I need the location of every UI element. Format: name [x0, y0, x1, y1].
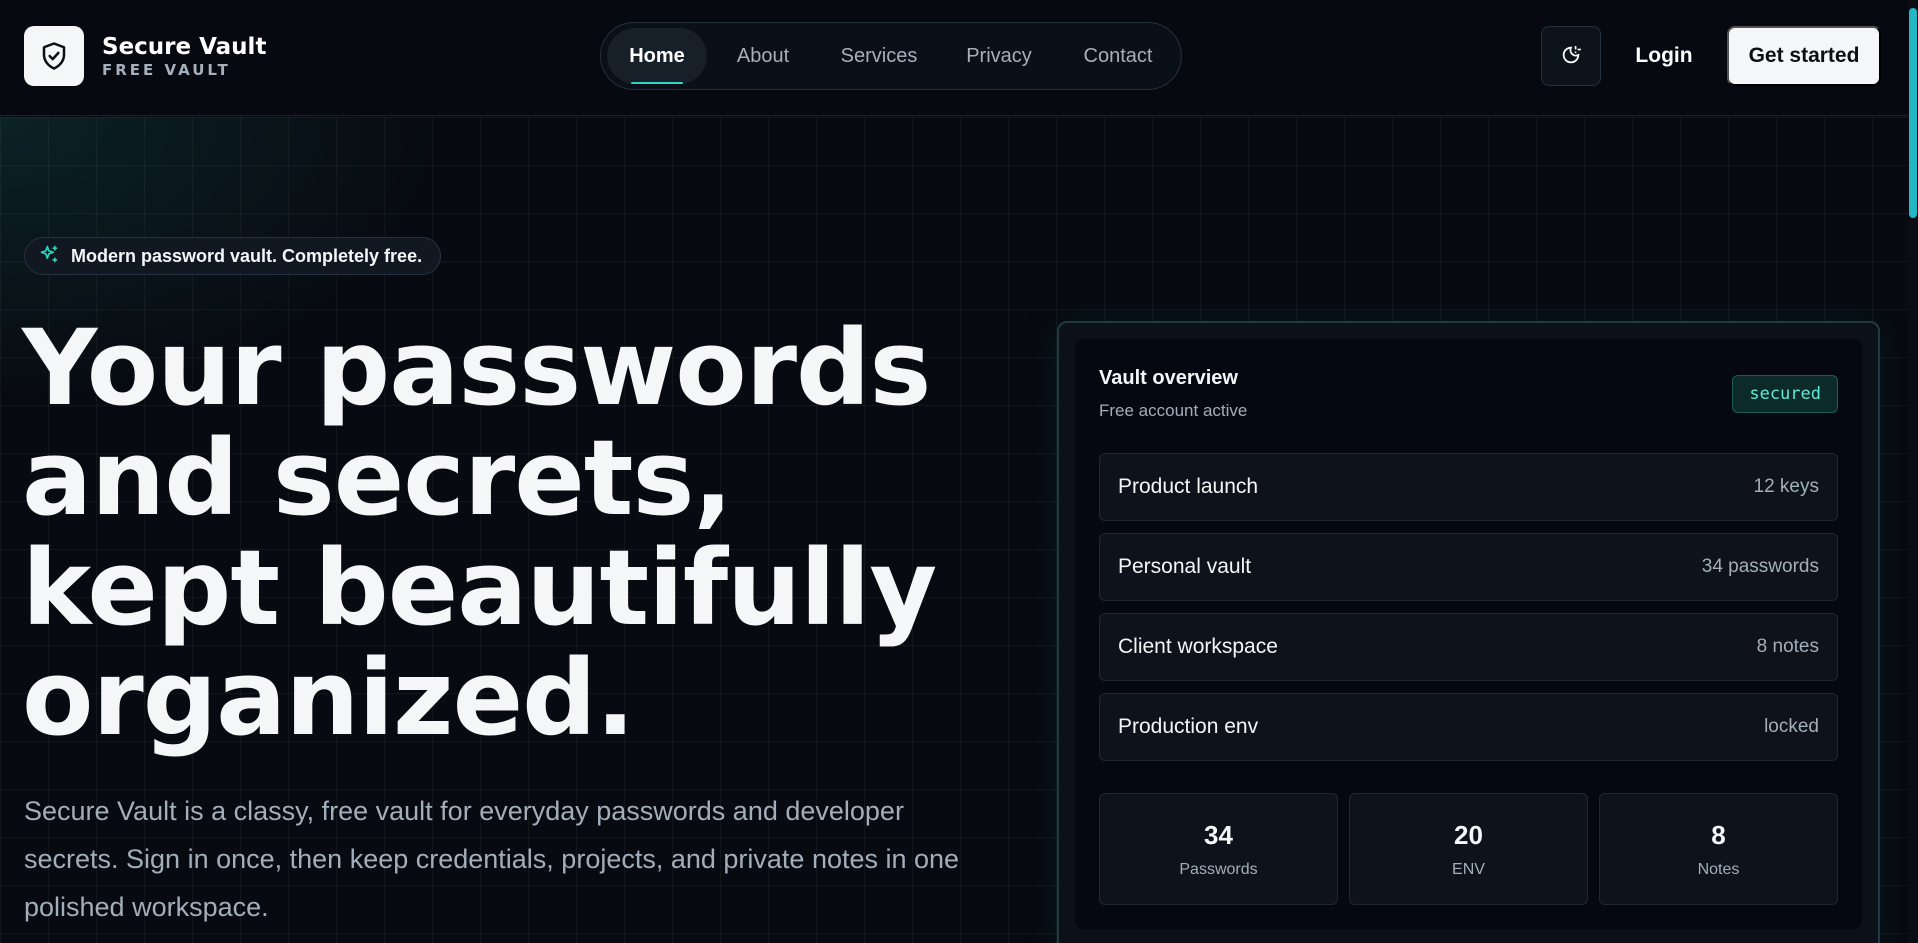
hero-headline: Your passwords and secrets, kept beautif…	[22, 307, 937, 759]
brand-tagline: FREE VAULT	[102, 61, 231, 79]
sparkles-icon	[39, 244, 71, 269]
vault-overview-title: Vault overview	[1099, 367, 1238, 389]
login-link[interactable]: Login	[1620, 26, 1708, 86]
vault-row-client-workspace[interactable]: Client workspace 8 notes	[1099, 613, 1838, 681]
vault-row-product-launch[interactable]: Product launch 12 keys	[1099, 453, 1838, 521]
vault-overview-panel: Vault overview Free account active secur…	[1075, 339, 1862, 929]
scrollbar[interactable]	[1908, 0, 1918, 943]
vault-list: Product launch 12 keys Personal vault 34…	[1099, 453, 1838, 773]
brand-logo[interactable]: Secure Vault FREE VAULT	[24, 26, 266, 86]
vault-overview-subtitle: Free account active	[1099, 401, 1248, 420]
stat-passwords: 34 Passwords	[1099, 793, 1338, 905]
stat-label: ENV	[1452, 860, 1485, 878]
vault-row-personal-vault[interactable]: Personal vault 34 passwords	[1099, 533, 1838, 601]
vault-stats: 34 Passwords 20 ENV 8 Notes	[1099, 793, 1838, 905]
get-started-button[interactable]: Get started	[1727, 26, 1881, 86]
hero-badge: Modern password vault. Completely free.	[24, 237, 442, 275]
vault-count: 34 passwords	[1701, 556, 1819, 577]
nav-privacy[interactable]: Privacy	[939, 28, 1059, 84]
nav-services[interactable]: Services	[819, 28, 939, 84]
scrollbar-thumb[interactable]	[1909, 8, 1917, 218]
vault-count: 8 notes	[1756, 636, 1819, 657]
stat-env: 20 ENV	[1349, 793, 1588, 905]
brand-name: Secure Vault	[102, 34, 267, 60]
hero-section: Modern password vault. Completely free. …	[0, 117, 1908, 943]
vault-status: locked	[1764, 716, 1819, 737]
stat-value: 8	[1711, 819, 1726, 850]
nav-about[interactable]: About	[707, 28, 819, 84]
stat-value: 34	[1204, 819, 1233, 850]
nav-home[interactable]: Home	[607, 28, 707, 84]
site-header: Secure Vault FREE VAULT Home About Servi…	[0, 0, 1908, 116]
nav-contact[interactable]: Contact	[1059, 28, 1177, 84]
main-nav: Home About Services Privacy Contact	[600, 22, 1182, 90]
stat-label: Passwords	[1179, 860, 1258, 878]
status-badge: secured	[1732, 375, 1838, 413]
stat-notes: 8 Notes	[1599, 793, 1838, 905]
vault-row-production-env[interactable]: Production env locked	[1099, 693, 1838, 761]
stat-label: Notes	[1697, 860, 1740, 878]
stat-value: 20	[1454, 819, 1483, 850]
theme-toggle-button[interactable]	[1541, 26, 1601, 86]
vault-name: Production env	[1118, 715, 1259, 738]
shield-icon	[24, 26, 84, 86]
hero-badge-text: Modern password vault. Completely free.	[71, 245, 423, 266]
vault-name: Product launch	[1118, 475, 1259, 498]
vault-count: 12 keys	[1753, 476, 1819, 497]
hero-subtext: Secure Vault is a classy, free vault for…	[24, 796, 960, 922]
vault-name: Personal vault	[1118, 555, 1252, 578]
vault-name: Client workspace	[1118, 635, 1278, 658]
theme-toggle-icon	[1560, 44, 1582, 69]
vault-overview-card: Vault overview Free account active secur…	[1057, 321, 1880, 943]
